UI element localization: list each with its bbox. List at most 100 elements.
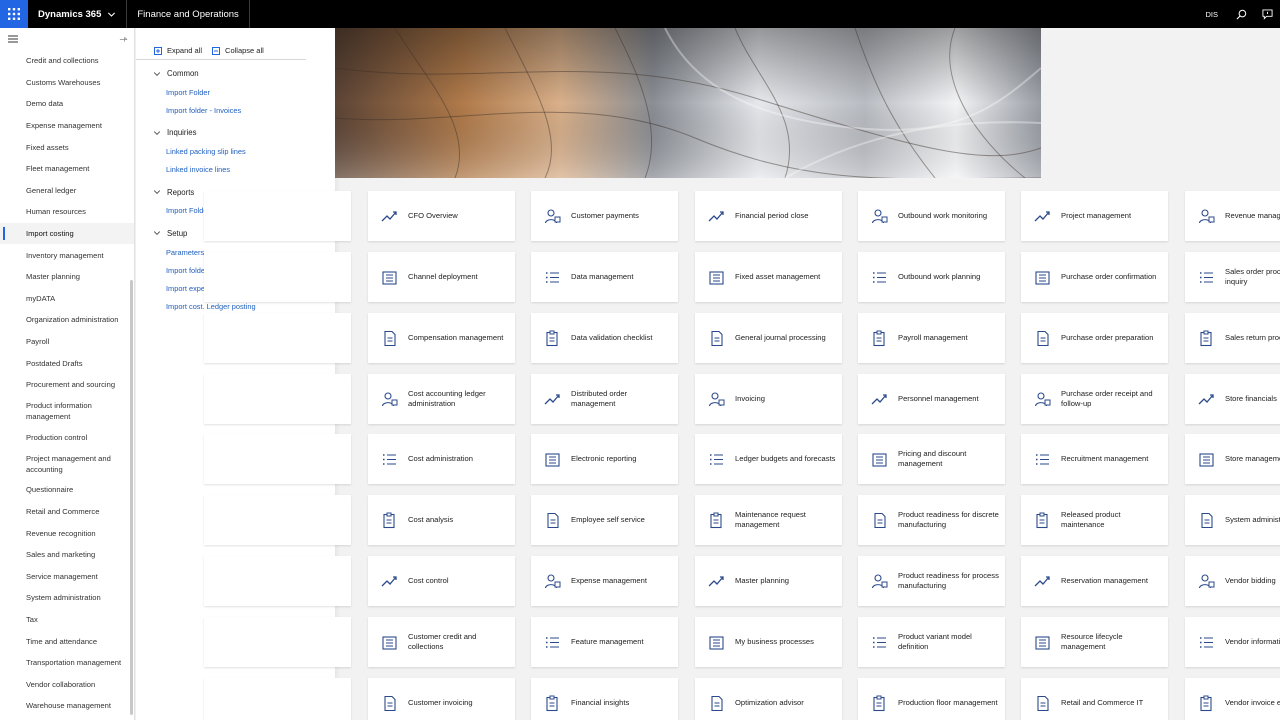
workspace-tile[interactable] <box>204 678 351 720</box>
workspace-tile[interactable]: My business processes <box>695 617 842 667</box>
workspace-tile[interactable] <box>204 374 351 424</box>
expand-all-button[interactable]: Expand all <box>154 42 202 59</box>
workspace-tile[interactable]: Channel deployment <box>368 252 515 302</box>
workspace-tile[interactable] <box>204 252 351 302</box>
workspace-tile[interactable]: Outbound work monitoring <box>858 191 1005 241</box>
workspace-tile[interactable]: Financial insights <box>531 678 678 720</box>
workspace-tile[interactable]: Financial period close <box>695 191 842 241</box>
product-name[interactable]: Finance and Operations <box>127 0 250 28</box>
workspace-tile[interactable]: Distributed order management <box>531 374 678 424</box>
nav-item[interactable]: Production control <box>0 427 134 449</box>
workspace-tile[interactable] <box>204 434 351 484</box>
nav-item[interactable]: Warehouse management <box>0 695 134 717</box>
workspace-tile[interactable]: Retail and Commerce IT <box>1021 678 1168 720</box>
workspace-tile[interactable]: Pricing and discount management <box>858 434 1005 484</box>
workspace-tile[interactable]: Sales order processing and inquiry <box>1185 252 1280 302</box>
workspace-tile[interactable]: Purchase order preparation <box>1021 313 1168 363</box>
nav-item[interactable]: Vendor collaboration <box>0 673 134 695</box>
flyout-link[interactable]: Import folder - Invoices <box>136 101 335 119</box>
app-launcher-button[interactable] <box>0 0 28 28</box>
workspace-tile[interactable]: System administration <box>1185 495 1280 545</box>
workspace-tile[interactable] <box>204 556 351 606</box>
nav-item[interactable]: Retail and Commerce <box>0 501 134 523</box>
workspace-tile[interactable]: Feature management <box>531 617 678 667</box>
workspace-tile[interactable]: Maintenance request management <box>695 495 842 545</box>
nav-item[interactable]: Inventory management <box>0 244 134 266</box>
workspace-tile[interactable]: Product variant model definition <box>858 617 1005 667</box>
nav-item[interactable]: Fleet management <box>0 158 134 180</box>
flyout-link[interactable]: Import Folder <box>136 83 335 101</box>
workspace-tile[interactable]: Resource lifecycle management <box>1021 617 1168 667</box>
pin-icon[interactable] <box>119 35 128 44</box>
workspace-tile[interactable]: Revenue management <box>1185 191 1280 241</box>
workspace-tile[interactable]: Product readiness for process manufactur… <box>858 556 1005 606</box>
workspace-tile[interactable]: Payroll management <box>858 313 1005 363</box>
workspace-tile[interactable]: Ledger budgets and forecasts <box>695 434 842 484</box>
nav-item[interactable]: Revenue recognition <box>0 522 134 544</box>
messages-button[interactable] <box>1254 0 1280 28</box>
workspace-tile[interactable]: Vendor invoice entry <box>1185 678 1280 720</box>
workspace-tile[interactable]: Sales return processing <box>1185 313 1280 363</box>
nav-item[interactable]: Import costing <box>0 222 134 245</box>
workspace-tile[interactable] <box>204 495 351 545</box>
workspace-tile[interactable]: Customer payments <box>531 191 678 241</box>
nav-item[interactable]: Human resources <box>0 201 134 223</box>
nav-item[interactable]: Project management and accounting <box>0 448 134 479</box>
workspace-tile[interactable]: Cost analysis <box>368 495 515 545</box>
workspace-tile[interactable]: Vendor information <box>1185 617 1280 667</box>
workspace-tile[interactable]: Store management <box>1185 434 1280 484</box>
nav-item[interactable]: System administration <box>0 587 134 609</box>
nav-item[interactable]: Fixed assets <box>0 136 134 158</box>
workspace-tile[interactable]: Purchase order receipt and follow-up <box>1021 374 1168 424</box>
workspace-tile[interactable]: Employee self service <box>531 495 678 545</box>
group-header[interactable]: Inquiries <box>136 123 335 142</box>
workspace-tile[interactable]: CFO Overview <box>368 191 515 241</box>
nav-item[interactable]: Payroll <box>0 331 134 353</box>
nav-item[interactable]: General ledger <box>0 180 134 202</box>
flyout-link[interactable]: Linked packing slip lines <box>136 142 335 160</box>
collapse-all-button[interactable]: Collapse all <box>212 42 264 59</box>
workspace-tile[interactable]: Project management <box>1021 191 1168 241</box>
workspace-tile[interactable]: Reservation management <box>1021 556 1168 606</box>
workspace-tile[interactable]: Customer credit and collections <box>368 617 515 667</box>
nav-item[interactable]: Service management <box>0 565 134 587</box>
workspace-tile[interactable]: Cost control <box>368 556 515 606</box>
nav-item[interactable]: Questionnaire <box>0 479 134 501</box>
workspace-tile[interactable]: Invoicing <box>695 374 842 424</box>
company-picker[interactable]: DIS <box>1195 10 1228 19</box>
nav-item[interactable]: Organization administration <box>0 309 134 331</box>
workspace-tile[interactable]: General journal processing <box>695 313 842 363</box>
workspace-tile[interactable]: Product readiness for discrete manufactu… <box>858 495 1005 545</box>
nav-item[interactable]: Customs Warehouses <box>0 72 134 94</box>
workspace-tile[interactable]: Personnel management <box>858 374 1005 424</box>
flyout-link[interactable]: Linked invoice lines <box>136 161 335 179</box>
nav-item[interactable]: Tax <box>0 609 134 631</box>
search-button[interactable] <box>1228 0 1254 28</box>
workspace-tile[interactable]: Production floor management <box>858 678 1005 720</box>
workspace-tile[interactable] <box>204 191 351 241</box>
workspace-tile[interactable]: Optimization advisor <box>695 678 842 720</box>
brand-menu[interactable]: Dynamics 365 <box>28 0 128 28</box>
nav-item[interactable]: Product information management <box>0 396 134 427</box>
workspace-tile[interactable]: Compensation management <box>368 313 515 363</box>
workspace-tile[interactable]: Vendor bidding <box>1185 556 1280 606</box>
nav-item[interactable]: Postdated Drafts <box>0 352 134 374</box>
nav-item[interactable]: myDATA <box>0 288 134 310</box>
workspace-tile[interactable]: Outbound work planning <box>858 252 1005 302</box>
workspace-tile[interactable]: Data management <box>531 252 678 302</box>
workspace-tile[interactable] <box>204 617 351 667</box>
workspace-tile[interactable]: Master planning <box>695 556 842 606</box>
nav-scrollbar[interactable] <box>130 280 133 715</box>
nav-item[interactable]: Sales and marketing <box>0 544 134 566</box>
nav-item[interactable]: Master planning <box>0 266 134 288</box>
workspace-tile[interactable]: Fixed asset management <box>695 252 842 302</box>
workspace-tile[interactable]: Cost administration <box>368 434 515 484</box>
workspace-tile[interactable]: Recruitment management <box>1021 434 1168 484</box>
nav-item[interactable]: Transportation management <box>0 652 134 674</box>
workspace-tile[interactable]: Released product maintenance <box>1021 495 1168 545</box>
workspace-tile[interactable]: Electronic reporting <box>531 434 678 484</box>
workspace-tile[interactable]: Store financials <box>1185 374 1280 424</box>
workspace-tile[interactable]: Expense management <box>531 556 678 606</box>
group-header[interactable]: Common <box>136 64 335 83</box>
workspace-tile[interactable]: Purchase order confirmation <box>1021 252 1168 302</box>
